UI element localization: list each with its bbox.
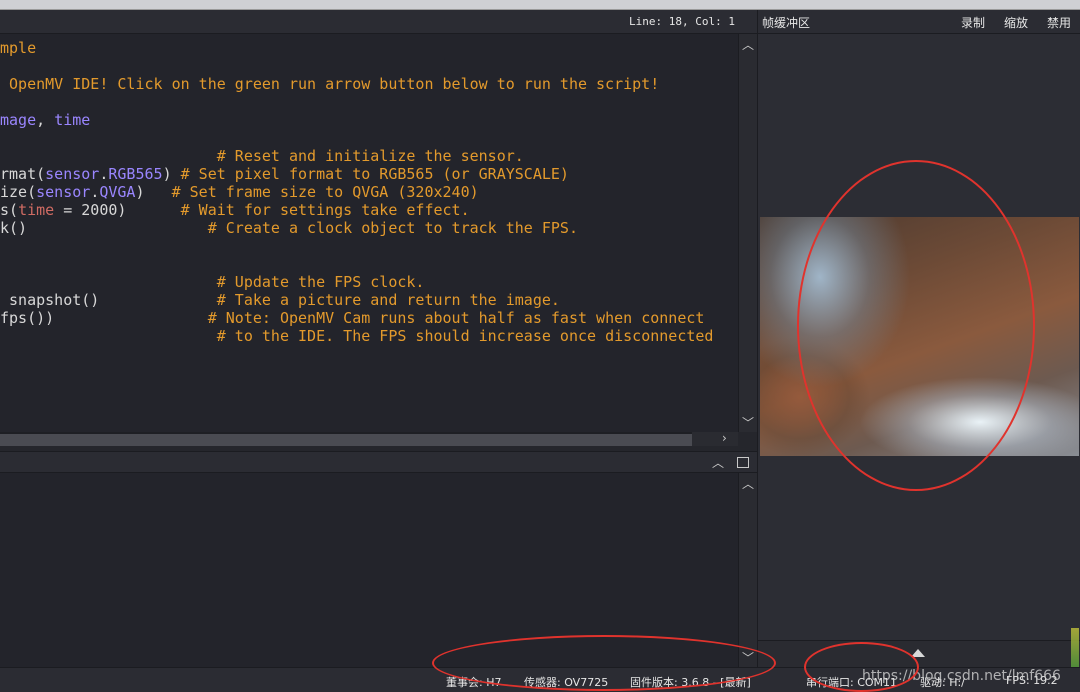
panel-toggle-icon[interactable] — [737, 457, 749, 468]
code-token: rmat — [0, 165, 37, 183]
code-token: RGB565 — [108, 165, 163, 183]
code-line: # Update the FPS clock. — [0, 273, 425, 291]
annotation-circle-serial — [804, 642, 919, 692]
code-line: # Reset and initialize the sensor. — [0, 147, 524, 165]
code-token: time — [54, 111, 91, 129]
code-token: # Reset and initialize the sensor. — [216, 147, 524, 165]
terminal-header: ︿ — [0, 451, 757, 473]
code-line: mage, time — [0, 111, 90, 129]
code-token: ) — [135, 183, 172, 201]
code-token: ize — [0, 183, 28, 201]
code-token: s — [0, 201, 10, 219]
code-token: mple — [0, 39, 37, 57]
code-token: sensor — [36, 183, 91, 201]
code-line: mple — [0, 39, 36, 57]
code-line: ize(sensor.QVGA) # Set frame size to QVG… — [0, 183, 479, 201]
code-token: mage — [0, 111, 37, 129]
code-token: () — [81, 291, 217, 309]
code-token: OpenMV IDE! Click on the green run arrow… — [0, 75, 660, 93]
scroll-right-icon[interactable]: › — [722, 431, 727, 445]
code-editor[interactable]: mple OpenMV IDE! Click on the green run … — [0, 34, 738, 432]
code-token: . — [90, 183, 100, 201]
window-top-strip — [0, 0, 1080, 10]
record-button[interactable]: 录制 — [961, 14, 985, 31]
code-line: s(time = 2000) # Wait for settings take … — [0, 201, 470, 219]
code-token: # Update the FPS clock. — [216, 273, 425, 291]
code-line: fps()) # Note: OpenMV Cam runs about hal… — [0, 309, 704, 327]
code-token: k — [0, 219, 10, 237]
code-line: OpenMV IDE! Click on the green run arrow… — [0, 75, 659, 93]
code-token: ( — [9, 201, 19, 219]
code-token: , — [36, 111, 55, 129]
disable-button[interactable]: 禁用 — [1047, 14, 1071, 31]
line-col-indicator: Line: 18, Col: 1 — [629, 15, 735, 28]
scroll-up-icon[interactable]: ︿ — [742, 36, 754, 53]
annotation-circle-status — [432, 635, 776, 691]
code-line: rmat(sensor.RGB565) # Set pixel format t… — [0, 165, 569, 183]
scroll-down-icon[interactable]: ﹀ — [742, 414, 754, 431]
zoom-button[interactable]: 缩放 — [1004, 14, 1028, 31]
code-token: time — [18, 201, 55, 219]
code-token: sensor — [45, 165, 100, 183]
code-token: ) — [162, 165, 181, 183]
frame-buffer-header: 帧缓冲区 录制 缩放 禁用 — [758, 10, 1080, 34]
code-token: # Create a clock object to track the FPS… — [207, 219, 578, 237]
code-line: # to the IDE. The FPS should increase on… — [0, 327, 714, 345]
code-token: () — [9, 219, 208, 237]
code-token: # Take a picture and return the image. — [216, 291, 560, 309]
chevron-up-icon[interactable]: ︿ — [712, 454, 724, 471]
code-line: k() # Create a clock object to track the… — [0, 219, 578, 237]
code-token: # to the IDE. The FPS should increase on… — [216, 327, 714, 345]
terminal-vertical-scrollbar[interactable]: ︿ ﹀ — [738, 473, 757, 667]
code-token: fps — [0, 309, 28, 327]
code-token: ( — [36, 165, 46, 183]
code-token: ( — [27, 183, 37, 201]
terminal-scroll-up-icon[interactable]: ︿ — [742, 475, 754, 492]
code-token: # Set frame size to QVGA (320x240) — [171, 183, 479, 201]
horizontal-scroll-track[interactable]: › — [692, 431, 738, 446]
horizontal-scroll-thumb[interactable] — [0, 434, 692, 446]
code-token: # Wait for settings take effect. — [180, 201, 470, 219]
code-token: # Set pixel format to RGB565 (or GRAYSCA… — [180, 165, 569, 183]
editor-header: Line: 18, Col: 1 — [0, 10, 757, 34]
code-token: snapshot — [0, 291, 82, 309]
code-token: ()) — [27, 309, 208, 327]
annotation-circle-image — [797, 160, 1035, 491]
editor-vertical-scrollbar[interactable]: ︿ ﹀ — [738, 34, 757, 432]
code-token: # Note: OpenMV Cam runs about half as fa… — [207, 309, 705, 327]
code-token: QVGA — [99, 183, 136, 201]
editor-horizontal-scrollbar[interactable]: › — [0, 431, 738, 446]
code-token: = 2000) — [54, 201, 181, 219]
frame-buffer-title: 帧缓冲区 — [762, 16, 811, 30]
code-line: snapshot() # Take a picture and return t… — [0, 291, 560, 309]
